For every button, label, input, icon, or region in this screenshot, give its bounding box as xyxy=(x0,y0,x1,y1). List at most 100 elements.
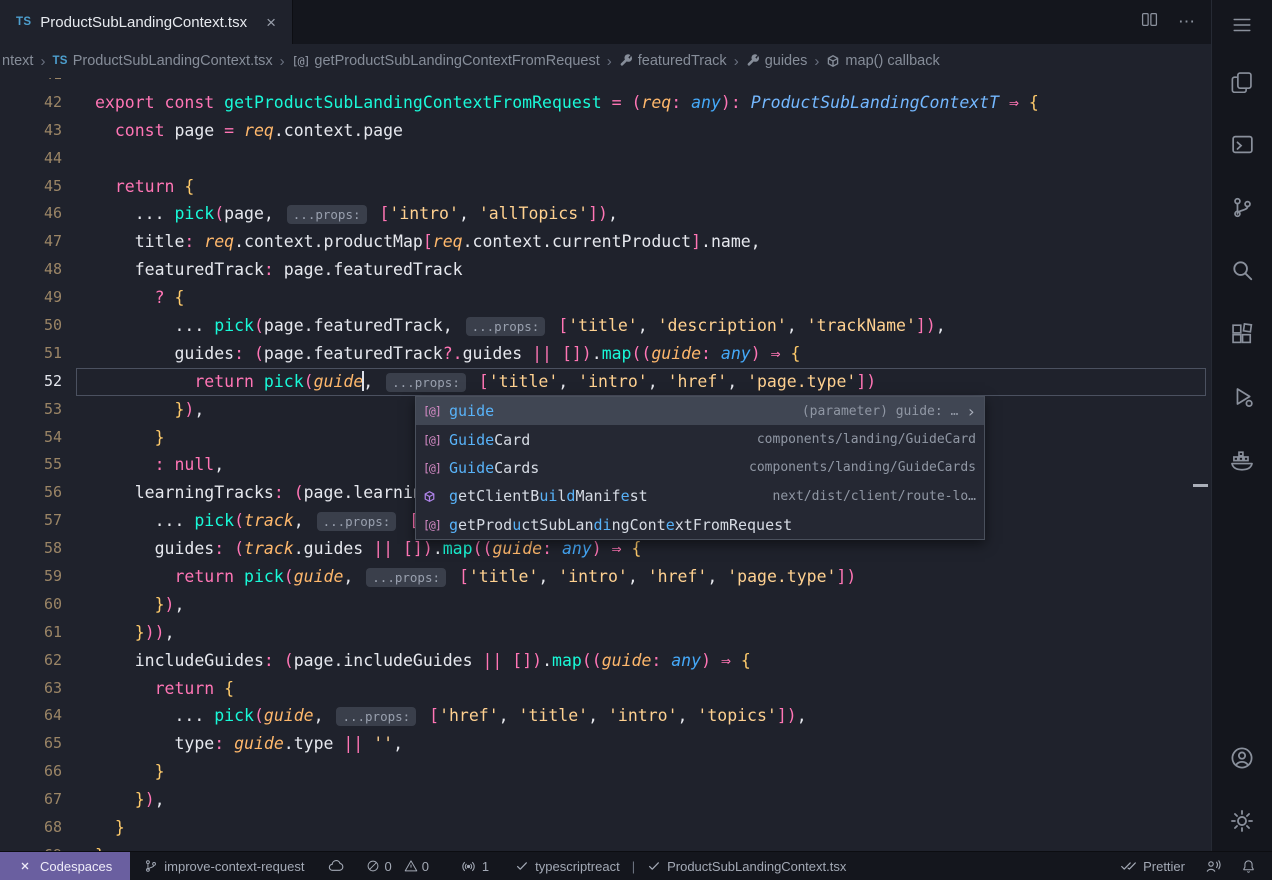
line-content[interactable]: : null, xyxy=(62,451,224,479)
code-line[interactable]: 52 return pick(guide, ...props: ['title'… xyxy=(0,368,1212,396)
line-number[interactable]: 54 xyxy=(0,424,62,452)
line-content[interactable] xyxy=(62,145,95,173)
terminal-icon[interactable] xyxy=(1212,113,1272,176)
line-number[interactable]: 66 xyxy=(0,758,62,786)
code-line[interactable]: 42export const getProductSubLandingConte… xyxy=(0,89,1212,117)
code-line[interactable]: 67 }), xyxy=(0,786,1212,814)
line-number[interactable]: 43 xyxy=(0,117,62,145)
code-line[interactable]: 65 type: guide.type || '', xyxy=(0,730,1212,758)
line-number[interactable]: 55 xyxy=(0,451,62,479)
copy-icon[interactable] xyxy=(1212,50,1272,113)
breadcrumb-item-guides[interactable]: guides xyxy=(746,53,808,69)
line-content[interactable]: }), xyxy=(62,786,165,814)
line-number[interactable]: 50 xyxy=(0,312,62,340)
line-number[interactable]: 58 xyxy=(0,535,62,563)
language-status[interactable]: typescriptreact xyxy=(515,859,620,874)
line-content[interactable]: ? { xyxy=(62,284,184,312)
code-line[interactable]: 64 ... pick(guide, ...props: ['href', 't… xyxy=(0,702,1212,730)
line-content[interactable]: }), xyxy=(62,396,204,424)
line-number[interactable]: 44 xyxy=(0,145,62,173)
line-number[interactable]: 57 xyxy=(0,507,62,535)
breadcrumb-item-file[interactable]: TS ProductSubLandingContext.tsx xyxy=(52,53,272,69)
code-line[interactable]: 59 return pick(guide, ...props: ['title'… xyxy=(0,563,1212,591)
code-line[interactable]: 41 xyxy=(0,78,1212,89)
run-debug-icon[interactable] xyxy=(1212,365,1272,428)
line-number[interactable]: 68 xyxy=(0,814,62,842)
line-number[interactable]: 63 xyxy=(0,675,62,703)
line-number[interactable]: 45 xyxy=(0,173,62,201)
code-line[interactable]: 48 featuredTrack: page.featuredTrack xyxy=(0,256,1212,284)
feedback-icon[interactable] xyxy=(1205,858,1221,874)
suggest-item[interactable]: getClientBuildManifestnext/dist/client/r… xyxy=(416,482,984,510)
menu-icon[interactable] xyxy=(1212,0,1272,50)
ports-button[interactable]: 1 xyxy=(461,859,489,874)
more-actions-icon[interactable]: ⋯ xyxy=(1178,12,1196,32)
line-content[interactable]: } xyxy=(62,758,165,786)
file-status[interactable]: ProductSubLandingContext.tsx xyxy=(647,859,846,874)
codespaces-remote-button[interactable]: Codespaces xyxy=(0,852,130,880)
line-content[interactable]: includeGuides: (page.includeGuides || []… xyxy=(62,647,751,675)
code-line[interactable]: 46 ... pick(page, ...props: ['intro', 'a… xyxy=(0,200,1212,228)
suggest-item[interactable]: [@]guide(parameter) guide: …› xyxy=(416,397,984,425)
line-content[interactable] xyxy=(62,78,95,89)
line-number[interactable]: 52 xyxy=(0,368,62,396)
line-content[interactable]: }), xyxy=(62,591,184,619)
line-number[interactable]: 56 xyxy=(0,479,62,507)
line-content[interactable]: } xyxy=(62,424,165,452)
code-line[interactable]: 68 } xyxy=(0,814,1212,842)
code-line[interactable]: 50 ... pick(page.featuredTrack, ...props… xyxy=(0,312,1212,340)
sync-cloud-button[interactable] xyxy=(328,858,344,874)
line-number[interactable]: 49 xyxy=(0,284,62,312)
code-line[interactable]: 62 includeGuides: (page.includeGuides ||… xyxy=(0,647,1212,675)
suggest-item[interactable]: [@]GuideCardscomponents/landing/GuideCar… xyxy=(416,454,984,482)
breadcrumb-item-folder[interactable]: ntext xyxy=(2,53,33,69)
code-line[interactable]: 66 } xyxy=(0,758,1212,786)
code-line[interactable]: 44 xyxy=(0,145,1212,173)
line-content[interactable]: })), xyxy=(62,619,175,647)
docker-icon[interactable] xyxy=(1212,428,1272,491)
code-line[interactable]: 47 title: req.context.productMap[req.con… xyxy=(0,228,1212,256)
line-number[interactable]: 47 xyxy=(0,228,62,256)
line-content[interactable]: const page = req.context.page xyxy=(62,117,403,145)
code-line[interactable]: 43 const page = req.context.page xyxy=(0,117,1212,145)
line-number[interactable]: 60 xyxy=(0,591,62,619)
line-number[interactable]: 61 xyxy=(0,619,62,647)
source-control-icon[interactable] xyxy=(1212,176,1272,239)
line-content[interactable]: return pick(guide, ...props: ['title', '… xyxy=(62,368,876,396)
suggest-item[interactable]: [@]GuideCardcomponents/landing/GuideCard xyxy=(416,425,984,453)
line-content[interactable]: type: guide.type || '', xyxy=(62,730,403,758)
line-number[interactable]: 65 xyxy=(0,730,62,758)
line-content[interactable]: featuredTrack: page.featuredTrack xyxy=(62,256,463,284)
suggest-item[interactable]: [@]getProductSubLandingContextFromReques… xyxy=(416,511,984,539)
line-number[interactable]: 67 xyxy=(0,786,62,814)
line-content[interactable]: ... pick(page, ...props: ['intro', 'allT… xyxy=(62,200,618,228)
line-content[interactable]: return { xyxy=(62,675,234,703)
line-content[interactable]: export const getProductSubLandingContext… xyxy=(62,89,1039,117)
tab-close-icon[interactable]: × xyxy=(266,14,276,31)
suggest-more-chevron[interactable]: › xyxy=(966,402,976,421)
code-line[interactable]: 49 ? { xyxy=(0,284,1212,312)
line-number[interactable]: 62 xyxy=(0,647,62,675)
breadcrumb-item-function[interactable]: [@] getProductSubLandingContextFromReque… xyxy=(292,53,600,69)
line-content[interactable]: title: req.context.productMap[req.contex… xyxy=(62,228,761,256)
line-number[interactable]: 48 xyxy=(0,256,62,284)
search-icon[interactable] xyxy=(1212,239,1272,302)
line-content[interactable]: } xyxy=(62,814,125,842)
line-content[interactable]: guides: (page.featuredTrack?.guides || [… xyxy=(62,340,800,368)
line-number[interactable]: 41 xyxy=(0,78,62,89)
line-content[interactable]: return pick(guide, ...props: ['title', '… xyxy=(62,563,856,591)
prettier-status[interactable]: Prettier xyxy=(1120,859,1185,874)
line-number[interactable]: 51 xyxy=(0,340,62,368)
line-content[interactable]: ... pick(guide, ...props: ['href', 'titl… xyxy=(62,702,807,730)
line-number[interactable]: 59 xyxy=(0,563,62,591)
code-line[interactable]: 45 return { xyxy=(0,173,1212,201)
breadcrumb-item-featuredtrack[interactable]: featuredTrack xyxy=(619,53,727,69)
problems-button[interactable]: 0 0 xyxy=(366,859,436,874)
line-number[interactable]: 53 xyxy=(0,396,62,424)
extensions-icon[interactable] xyxy=(1212,302,1272,365)
code-line[interactable]: 60 }), xyxy=(0,591,1212,619)
code-line[interactable]: 61 })), xyxy=(0,619,1212,647)
git-branch-button[interactable]: improve-context-request xyxy=(144,859,304,874)
line-number[interactable]: 64 xyxy=(0,702,62,730)
split-editor-icon[interactable] xyxy=(1141,11,1158,33)
